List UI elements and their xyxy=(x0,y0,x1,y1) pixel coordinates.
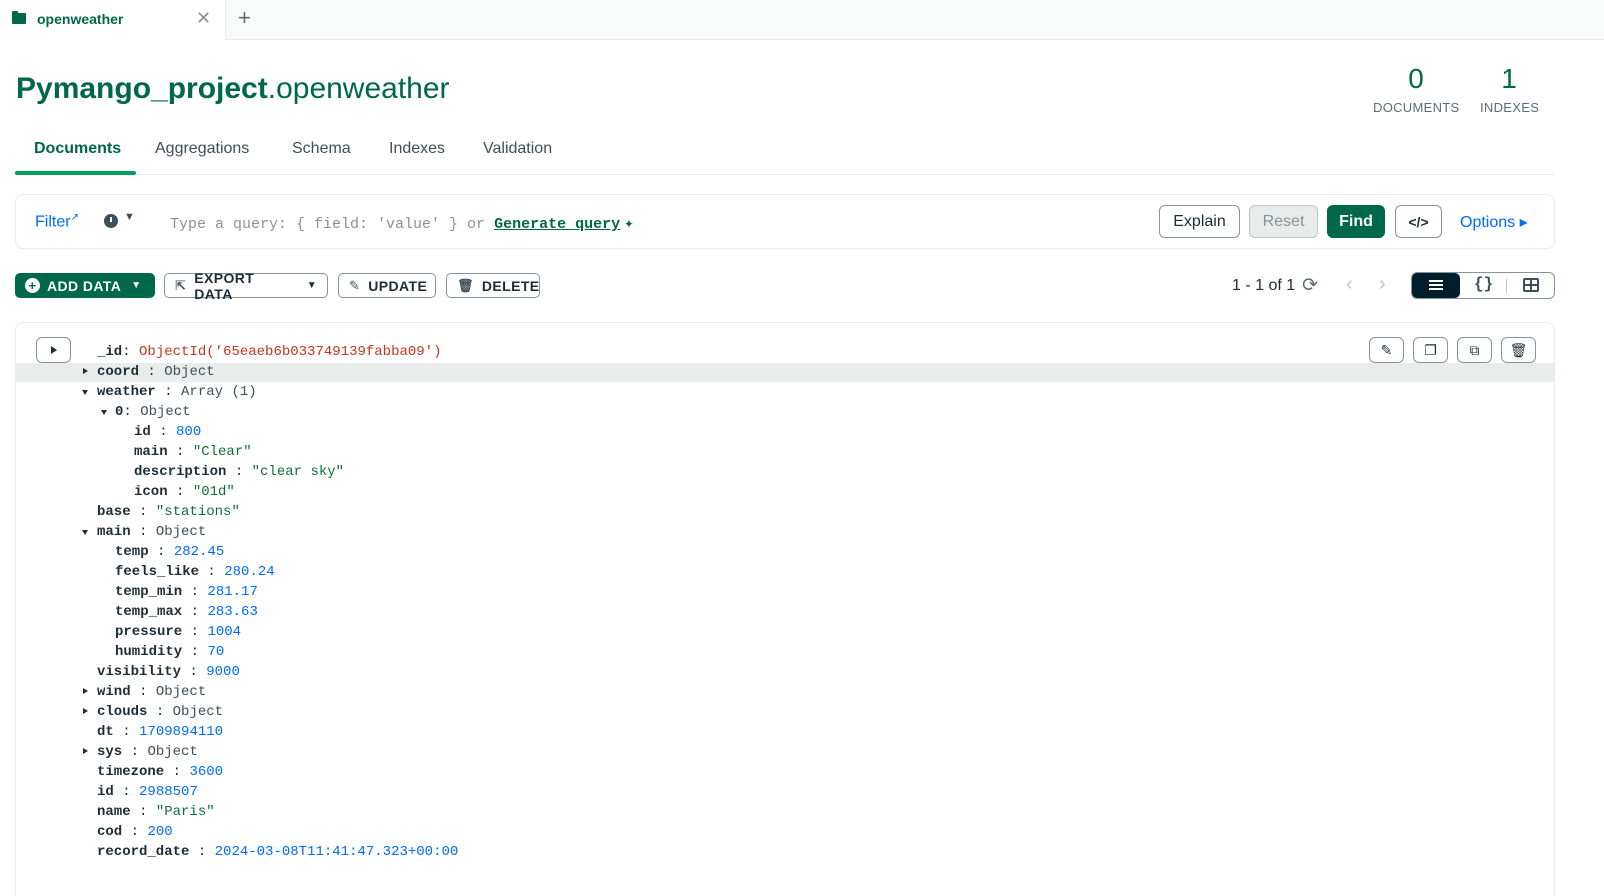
list-view-icon[interactable] xyxy=(1412,273,1460,298)
field-record-date[interactable]: record_date : 2024-03-08T11:41:47.323+00… xyxy=(97,843,458,861)
field-clouds[interactable]: clouds : Object xyxy=(97,703,223,721)
export-data-button[interactable]: ⇱ EXPORT DATA ▼ xyxy=(164,270,328,302)
explain-button[interactable]: Explain xyxy=(1159,205,1240,238)
field-sys[interactable]: sys : Object xyxy=(97,743,198,761)
close-icon[interactable]: ✕ xyxy=(196,8,211,28)
collection-tab[interactable]: openweather ✕ xyxy=(0,0,226,40)
database-name[interactable]: Pymango_project xyxy=(16,72,268,105)
collapse-caret-icon[interactable] xyxy=(82,530,88,535)
field-coord[interactable]: coord : Object xyxy=(97,363,215,381)
external-link-icon: ↗ xyxy=(70,212,79,223)
options-toggle[interactable]: Options ▸ xyxy=(1460,212,1528,232)
indexes-count: 1 xyxy=(1501,63,1517,94)
field-city-id[interactable]: id : 2988507 xyxy=(97,783,198,801)
indexes-label: INDEXES xyxy=(1480,100,1540,115)
document-card: ✎ ❐ ⧉ 🗑 _id: ObjectId('65eaeb6b033749139… xyxy=(15,322,1555,896)
caret-down-icon: ▼ xyxy=(131,280,142,291)
copy-icon: ❐ xyxy=(1424,341,1437,358)
field-humidity[interactable]: humidity : 70 xyxy=(115,643,224,661)
pencil-icon: ✎ xyxy=(349,277,361,293)
generate-query-link[interactable]: Generate query xyxy=(494,216,620,233)
plus-circle-icon: + xyxy=(25,278,40,293)
field-weather-icon[interactable]: icon : "01d" xyxy=(134,483,235,501)
trash-icon: 🗑 xyxy=(457,277,474,293)
tab-documents[interactable]: Documents xyxy=(34,140,121,158)
clone-document-button[interactable]: ⧉ xyxy=(1457,337,1492,363)
collapse-caret-icon[interactable] xyxy=(82,390,88,395)
expand-caret-icon[interactable] xyxy=(83,368,88,374)
field-weather-main[interactable]: main : "Clear" xyxy=(134,443,252,461)
hovered-row xyxy=(16,363,1554,382)
collection-name: .openweather xyxy=(267,72,450,105)
copy-document-button[interactable]: ❐ xyxy=(1413,337,1448,363)
tab-indexes[interactable]: Indexes xyxy=(389,140,445,158)
sparkle-icon: ✦ xyxy=(624,215,634,233)
field-cod[interactable]: cod : 200 xyxy=(97,823,173,841)
json-view-icon[interactable]: {} xyxy=(1474,275,1493,293)
edit-document-button[interactable]: ✎ xyxy=(1369,337,1404,363)
field-weather-0[interactable]: 0: Object xyxy=(115,403,191,421)
field-weather[interactable]: weather : Array (1) xyxy=(97,383,257,401)
field-pressure[interactable]: pressure : 1004 xyxy=(115,623,241,641)
field-temp[interactable]: temp : 282.45 xyxy=(115,543,224,561)
reset-button[interactable]: Reset xyxy=(1249,205,1318,238)
tab-bar: openweather ✕ + xyxy=(0,0,1604,40)
objectid-value: ObjectId('65eaeb6b033749139fabba09') xyxy=(139,344,442,360)
page-title: Pymango_project.openweather xyxy=(16,72,450,106)
chevron-left-icon[interactable]: ‹ xyxy=(1346,273,1353,296)
view-toggle: {} xyxy=(1411,272,1555,299)
field-timezone[interactable]: timezone : 3600 xyxy=(97,763,223,781)
expand-document-button[interactable] xyxy=(36,337,71,363)
field-temp-min[interactable]: temp_min : 281.17 xyxy=(115,583,258,601)
find-button[interactable]: Find xyxy=(1327,205,1385,238)
field-visibility[interactable]: visibility : 9000 xyxy=(97,663,240,681)
add-tab-icon[interactable]: + xyxy=(238,6,251,30)
add-data-button[interactable]: + ADD DATA ▼ xyxy=(15,273,155,298)
field-main[interactable]: main : Object xyxy=(97,523,206,541)
delete-button[interactable]: 🗑 DELETE xyxy=(446,273,540,298)
chevron-down-icon[interactable]: ▼ xyxy=(124,211,135,223)
collection-tab-label: openweather xyxy=(37,11,124,27)
documents-label: DOCUMENTS xyxy=(1373,100,1460,115)
delete-document-button[interactable]: 🗑 xyxy=(1501,337,1536,363)
clone-icon: ⧉ xyxy=(1469,341,1480,358)
field-temp-max[interactable]: temp_max : 283.63 xyxy=(115,603,258,621)
update-button[interactable]: ✎ UPDATE xyxy=(338,273,436,298)
field-dt[interactable]: dt : 1709894110 xyxy=(97,723,223,741)
indexes-stat: 1 INDEXES xyxy=(1480,63,1540,116)
pagination-label: 1 - 1 of 1 xyxy=(1232,277,1296,294)
pencil-icon: ✎ xyxy=(1380,341,1393,358)
field-base[interactable]: base : "stations" xyxy=(97,503,240,521)
tab-validation[interactable]: Validation xyxy=(483,140,552,158)
trash-icon: 🗑 xyxy=(1509,341,1528,358)
field-id[interactable]: _id: ObjectId('65eaeb6b033749139fabba09'… xyxy=(97,343,441,361)
chevron-right-icon[interactable]: › xyxy=(1379,273,1386,296)
field-name[interactable]: name : "Paris" xyxy=(97,803,215,821)
clock-icon[interactable] xyxy=(104,214,118,228)
caret-down-icon: ▼ xyxy=(306,280,317,291)
expand-caret-icon[interactable] xyxy=(83,708,88,714)
documents-stat: 0 DOCUMENTS xyxy=(1373,63,1460,116)
collapse-caret-icon[interactable] xyxy=(101,410,107,415)
expand-caret-icon[interactable] xyxy=(83,748,88,754)
tab-aggregations[interactable]: Aggregations xyxy=(155,140,249,158)
active-tab-indicator xyxy=(15,171,136,175)
folder-icon xyxy=(12,11,26,24)
query-input[interactable]: Type a query: { field: 'value' } or Gene… xyxy=(170,213,634,233)
field-wind[interactable]: wind : Object xyxy=(97,683,206,701)
query-bar: Filter↗ ▼ Type a query: { field: 'value'… xyxy=(15,194,1555,249)
filter-link[interactable]: Filter↗ xyxy=(35,212,79,231)
export-icon: ⇱ xyxy=(175,277,187,293)
expand-caret-icon[interactable] xyxy=(83,688,88,694)
collection-subtabs: Documents Aggregations Schema Indexes Va… xyxy=(15,134,1555,175)
code-icon[interactable]: </> xyxy=(1395,205,1442,238)
documents-count: 0 xyxy=(1408,63,1424,94)
field-weather-description[interactable]: description : "clear sky" xyxy=(134,463,344,481)
field-feels-like[interactable]: feels_like : 280.24 xyxy=(115,563,275,581)
toggle-divider xyxy=(1506,279,1507,293)
tab-schema[interactable]: Schema xyxy=(292,140,351,158)
field-weather-id[interactable]: id : 800 xyxy=(134,423,201,441)
refresh-icon[interactable]: ⟳ xyxy=(1302,274,1318,297)
table-view-icon[interactable] xyxy=(1523,278,1539,292)
